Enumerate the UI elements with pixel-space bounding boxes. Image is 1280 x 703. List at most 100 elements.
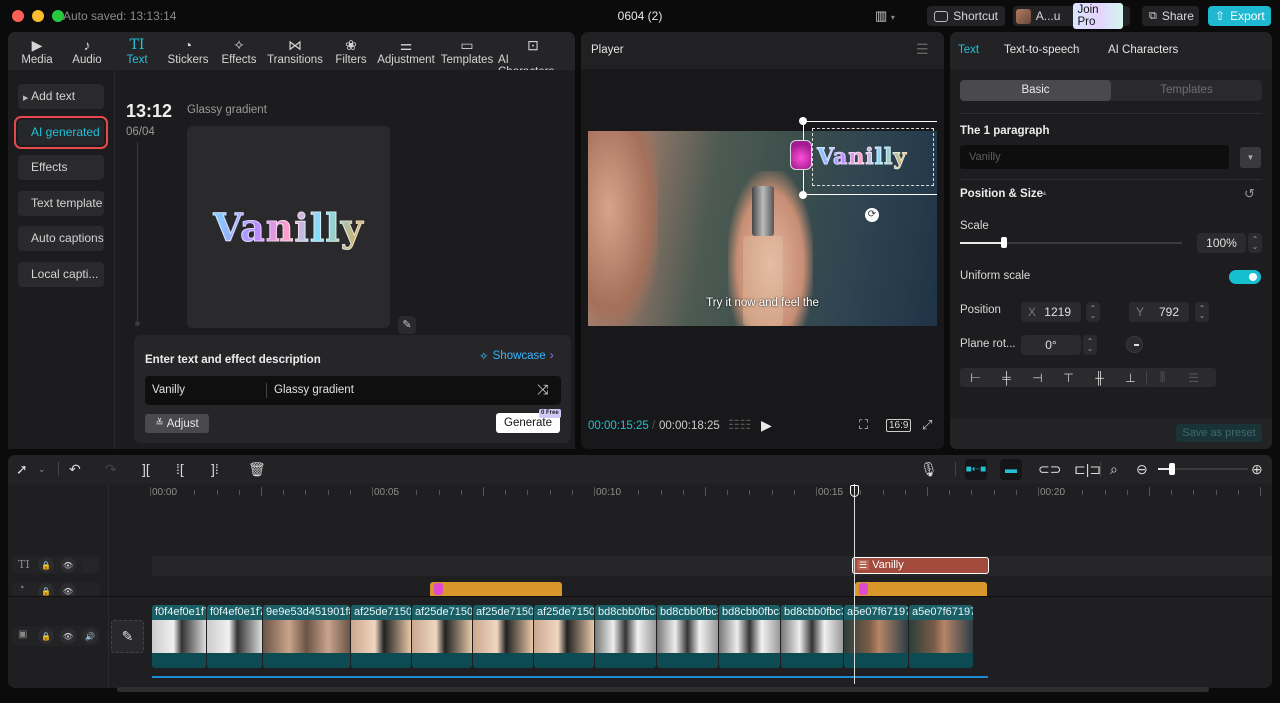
waveform-icon[interactable]: ☷☷	[728, 417, 751, 433]
lock-icon[interactable]: 🔒	[38, 583, 54, 596]
scale-slider[interactable]	[960, 237, 1182, 248]
edit-result-icon[interactable]: ✎	[398, 316, 416, 334]
export-button[interactable]: ⇧ Export	[1208, 6, 1271, 26]
video-clip[interactable]: f0f4ef0e1f7	[152, 605, 206, 668]
select-tool-icon[interactable]: ➚	[16, 461, 28, 478]
tab-text-to-speech[interactable]: Text-to-speech	[1004, 44, 1079, 56]
scale-stepper[interactable]: ⌃ ⌄	[1248, 233, 1262, 253]
scale-slider-knob[interactable]	[1001, 237, 1008, 248]
join-pro-badge[interactable]: Join Pro	[1073, 3, 1123, 29]
tab-text[interactable]: Text	[958, 44, 979, 56]
split-right-icon[interactable]: ]⁞	[211, 461, 219, 477]
video-clip[interactable]: af25de71501	[351, 605, 411, 668]
zoom-in-icon[interactable]: ⊕	[1251, 461, 1263, 478]
position-x-input[interactable]: X 1219	[1021, 302, 1081, 322]
video-clip[interactable]: bd8cbb0fbc3	[781, 605, 843, 668]
delete-icon[interactable]: 🗑	[248, 461, 266, 478]
tab-media[interactable]: ▶ Media	[12, 32, 62, 70]
sidebar-item-add-text[interactable]: ▶ Add text	[18, 84, 104, 109]
layout-icon[interactable]: ▥ ▾	[875, 8, 895, 24]
share-button[interactable]: ⧉ Share	[1142, 6, 1199, 26]
text-clip[interactable]: ☰ Vanilly	[852, 557, 989, 574]
account-button[interactable]: A...u Join Pro	[1013, 3, 1130, 29]
resize-handle-bottom-left[interactable]	[799, 191, 807, 199]
overlay-text[interactable]: Vanilly	[816, 144, 907, 171]
undo-icon[interactable]: ↶	[69, 461, 81, 478]
split-left-icon[interactable]: ⁞[	[176, 461, 184, 477]
video-clip[interactable]: a5e07f671979	[909, 605, 973, 668]
align-top-icon[interactable]: ⊤	[1053, 371, 1084, 385]
tab-ai-characters[interactable]: ⊡AI Characters	[498, 32, 568, 78]
align-bottom-icon[interactable]: ⊥	[1115, 371, 1146, 385]
sidebar-item-local-captions[interactable]: Local capti...	[18, 262, 104, 287]
auto-snap-icon[interactable]: ■⇠■	[965, 459, 987, 480]
tab-templates[interactable]: ▭ Templates	[436, 32, 498, 70]
position-x-stepper[interactable]: ⌃ ⌄	[1086, 302, 1100, 322]
aspect-ratio-button[interactable]: 16:9	[886, 419, 912, 432]
mute-icon[interactable]: 🔊	[82, 628, 98, 644]
fit-zoom-icon[interactable]: ⛶	[859, 417, 868, 433]
sticker-clip[interactable]	[855, 582, 987, 596]
zoom-slider-knob[interactable]	[1168, 463, 1175, 475]
split-icon[interactable]: ][	[142, 461, 150, 477]
redo-icon[interactable]: ↷	[105, 461, 117, 478]
eye-icon[interactable]: 👁	[60, 628, 76, 644]
eye-icon[interactable]: 👁	[60, 557, 76, 573]
rotation-dial[interactable]	[1126, 336, 1143, 353]
distribute-h-icon[interactable]: ⫼	[1147, 370, 1178, 385]
lock-icon[interactable]: 🔒	[38, 628, 54, 644]
sticker-clip[interactable]	[430, 582, 562, 596]
reset-icon[interactable]: ↺	[1244, 186, 1255, 202]
tab-transitions[interactable]: ⋈ Transitions	[264, 32, 326, 70]
tab-stickers[interactable]: ◔ Stickers	[162, 32, 214, 70]
perfume-sticker[interactable]	[790, 140, 812, 170]
sidebar-item-text-template[interactable]: Text template	[18, 191, 104, 216]
playhead[interactable]	[854, 484, 855, 684]
zoom-slider[interactable]	[1158, 463, 1248, 475]
position-y-input[interactable]: Y 792	[1129, 302, 1189, 322]
align-center-h-icon[interactable]: ╪	[991, 371, 1022, 385]
split-screen-icon[interactable]: ⊏|⊐	[1074, 461, 1101, 478]
video-clip[interactable]: af25de71501	[473, 605, 533, 668]
generated-preview-card[interactable]: Vanilly	[187, 126, 390, 328]
segment-basic[interactable]: Basic	[960, 80, 1111, 101]
video-clip[interactable]: af25de71501	[534, 605, 594, 668]
playhead-handle[interactable]	[850, 485, 859, 497]
tab-audio[interactable]: ♪ Audio	[62, 32, 112, 70]
sidebar-item-auto-captions[interactable]: Auto captions	[18, 226, 104, 251]
rotate-handle-icon[interactable]: ⟳	[865, 208, 879, 222]
sidebar-item-effects[interactable]: Effects	[18, 155, 104, 180]
video-clip[interactable]: af25de71501	[412, 605, 472, 668]
align-middle-v-icon[interactable]: ╫	[1084, 371, 1115, 385]
tab-adjustment[interactable]: ⚌ Adjustment	[376, 32, 436, 70]
effect-description-input[interactable]: Glassy gradient	[274, 384, 354, 396]
shuffle-icon[interactable]: ⤨	[537, 381, 548, 398]
distribute-v-icon[interactable]: ☰	[1178, 371, 1209, 385]
video-clip[interactable]: bd8cbb0fbc3	[657, 605, 718, 668]
chevron-down-icon[interactable]: ⌄	[38, 464, 46, 475]
save-preset-button[interactable]: Save as preset	[1176, 424, 1262, 442]
align-right-icon[interactable]: ⊣	[1022, 371, 1053, 385]
align-left-icon[interactable]: ⊢	[960, 371, 991, 385]
horizontal-scrollbar[interactable]	[117, 687, 1209, 692]
video-clip[interactable]: bd8cbb0fbc3	[719, 605, 780, 668]
rotation-stepper[interactable]: ⌃ ⌄	[1083, 335, 1097, 355]
lock-icon[interactable]: 🔒	[38, 557, 54, 573]
video-clip[interactable]: 9e9e53d451901f8	[263, 605, 350, 668]
uniform-scale-toggle[interactable]	[1229, 270, 1261, 284]
paragraph-dropdown-icon[interactable]: ▼	[1240, 147, 1261, 168]
video-clip[interactable]: f0f4ef0e1f7	[207, 605, 262, 668]
text-input[interactable]: Vanilly	[152, 384, 185, 396]
zoom-out-icon[interactable]: ⊖	[1136, 461, 1148, 478]
video-clip[interactable]: bd8cbb0fbc3	[595, 605, 656, 668]
tab-effects[interactable]: ✧ Effects	[214, 32, 264, 70]
play-icon[interactable]: ▶	[761, 417, 772, 434]
magnet-link-icon[interactable]: ▬	[1000, 459, 1022, 480]
paragraph-input[interactable]: Vanilly	[960, 145, 1229, 169]
eye-icon[interactable]: 👁	[60, 583, 76, 596]
resize-handle-top-left[interactable]	[799, 117, 807, 125]
sidebar-item-ai-generated[interactable]: AI generated	[14, 116, 108, 149]
microphone-icon[interactable]: 🎙	[920, 461, 938, 478]
menu-icon[interactable]: ☰	[916, 41, 929, 58]
preview-axis-icon[interactable]: ⌕	[1110, 461, 1118, 478]
